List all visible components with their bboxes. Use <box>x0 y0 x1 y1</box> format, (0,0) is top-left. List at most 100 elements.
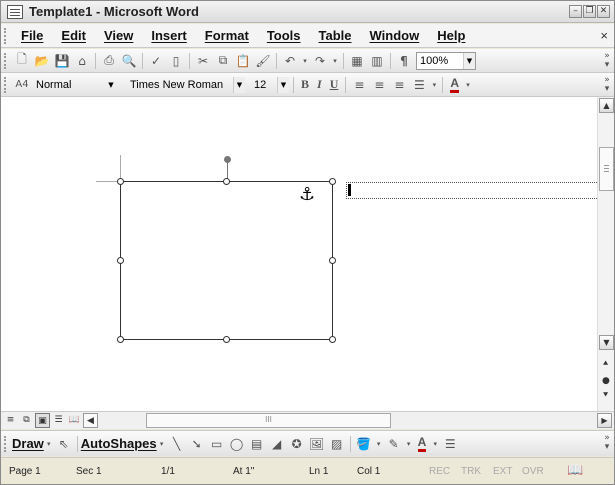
font-color-button[interactable]: A <box>417 435 427 452</box>
minimize-icon[interactable]: – <box>569 5 582 18</box>
word-document-icon[interactable] <box>7 4 23 19</box>
align-right-icon[interactable]: ≡ <box>390 76 408 94</box>
close-icon[interactable]: ✕ <box>597 5 610 18</box>
toolbar-options-icon[interactable]: » ▾ <box>602 434 612 452</box>
rotation-handle[interactable] <box>224 156 231 163</box>
resize-handle-left[interactable] <box>117 257 124 264</box>
print-preview-icon[interactable]: 🔍 <box>120 52 138 70</box>
scroll-thumb[interactable] <box>599 147 614 191</box>
chevron-down-icon[interactable]: ▾ <box>431 435 439 453</box>
outline-view-icon[interactable]: ☰ <box>51 413 66 428</box>
menu-window[interactable]: Window <box>370 28 420 43</box>
chevron-down-icon[interactable]: ▼ <box>233 76 245 93</box>
undo-icon[interactable]: ↶ <box>281 52 299 70</box>
scroll-right-icon[interactable]: ▶ <box>597 413 612 428</box>
paste-icon[interactable]: 📋 <box>234 52 252 70</box>
show-formatting-icon[interactable]: ¶ <box>395 52 413 70</box>
next-page-icon[interactable]: ⯆ <box>602 391 609 401</box>
font-select[interactable]: Times New Roman ▼ <box>126 76 246 94</box>
line-icon[interactable]: ╲ <box>168 435 186 453</box>
line-spacing-dropdown-icon[interactable]: ▾ <box>430 76 438 94</box>
menu-format[interactable]: Format <box>205 28 249 43</box>
normal-view-icon[interactable]: ≡ <box>3 413 18 428</box>
fill-color-icon[interactable]: 🪣 <box>355 435 373 453</box>
toolbar-grip[interactable] <box>4 52 8 69</box>
columns-icon[interactable]: ▥ <box>368 52 386 70</box>
research-icon[interactable]: ▯ <box>167 52 185 70</box>
select-objects-icon[interactable]: ⇖ <box>55 435 73 453</box>
chevron-down-icon[interactable]: ▾ <box>45 435 53 453</box>
web-layout-icon[interactable]: ⧉ <box>19 413 34 428</box>
resize-handle-bottom-left[interactable] <box>117 336 124 343</box>
close-document-icon[interactable]: × <box>600 28 608 43</box>
restore-icon[interactable]: ❐ <box>583 5 596 18</box>
menu-edit[interactable]: Edit <box>61 28 86 43</box>
scroll-up-icon[interactable]: ▲ <box>599 98 614 113</box>
print-icon[interactable]: ⎙ <box>100 52 118 70</box>
anchor-icon[interactable]: ⚓ <box>299 184 315 205</box>
menu-help[interactable]: Help <box>437 28 465 43</box>
reading-layout-icon[interactable]: 📖 <box>67 413 82 428</box>
line-style-icon[interactable]: ☰ <box>441 435 459 453</box>
arrow-icon[interactable]: ➘ <box>188 435 206 453</box>
status-trk[interactable]: TRK <box>461 466 481 477</box>
menu-insert[interactable]: Insert <box>151 28 186 43</box>
oval-icon[interactable]: ◯ <box>228 435 246 453</box>
copy-icon[interactable]: ⧉ <box>214 52 232 70</box>
scroll-thumb[interactable]: III <box>146 413 391 428</box>
toolbar-options-icon[interactable]: » ▾ <box>602 52 612 70</box>
chevron-down-icon[interactable]: ▼ <box>277 76 289 93</box>
toolbar-grip[interactable] <box>4 435 8 452</box>
styles-formatting-icon[interactable]: A4 <box>13 76 31 94</box>
print-layout-icon[interactable]: ▣ <box>35 413 50 428</box>
text-line-frame[interactable] <box>346 182 597 199</box>
insert-picture-icon[interactable]: ▨ <box>328 435 346 453</box>
font-size-select[interactable]: 12 ▼ <box>250 76 290 94</box>
toolbar-options-icon[interactable]: » ▾ <box>602 76 612 94</box>
select-browse-object-icon[interactable]: ● <box>602 376 610 386</box>
vertical-scrollbar[interactable]: ▲ ▼ ⯅ ● ⯆ <box>597 97 614 411</box>
status-rec[interactable]: REC <box>429 466 450 477</box>
menu-view[interactable]: View <box>104 28 133 43</box>
autoshapes-menu-button[interactable]: AutoShapes <box>81 436 157 451</box>
spelling-icon[interactable]: ✓ <box>147 52 165 70</box>
wordart-icon[interactable]: ◢ <box>268 435 286 453</box>
draw-menu-button[interactable]: Draw <box>12 436 44 451</box>
spelling-status-icon[interactable]: 📖 <box>567 463 583 478</box>
menu-file[interactable]: File <box>21 28 43 43</box>
permission-icon[interactable]: ⌂ <box>73 52 91 70</box>
cut-icon[interactable]: ✂ <box>194 52 212 70</box>
status-ovr[interactable]: OVR <box>522 466 544 477</box>
redo-dropdown-icon[interactable]: ▾ <box>331 52 339 70</box>
horizontal-scrollbar[interactable]: III ▶ <box>113 413 613 428</box>
menu-tools[interactable]: Tools <box>267 28 301 43</box>
diagram-icon[interactable]: ✪ <box>288 435 306 453</box>
resize-handle-right[interactable] <box>329 257 336 264</box>
chevron-down-icon[interactable]: ▾ <box>405 435 413 453</box>
align-left-icon[interactable]: ≡ <box>350 76 368 94</box>
resize-handle-top-right[interactable] <box>329 178 336 185</box>
new-icon[interactable]: 🗋 <box>13 52 31 70</box>
scroll-left-icon[interactable]: ◀ <box>83 413 98 428</box>
font-color-button[interactable]: A <box>450 76 460 93</box>
chevron-down-icon[interactable]: ▼ <box>105 77 117 93</box>
chevron-down-icon[interactable]: ▾ <box>375 435 383 453</box>
resize-handle-top[interactable] <box>223 178 230 185</box>
menu-table[interactable]: Table <box>319 28 352 43</box>
align-center-icon[interactable]: ≡ <box>370 76 388 94</box>
chevron-down-icon[interactable]: ▼ <box>463 52 475 69</box>
underline-button[interactable]: U <box>330 77 339 92</box>
undo-dropdown-icon[interactable]: ▾ <box>301 52 309 70</box>
resize-handle-top-left[interactable] <box>117 178 124 185</box>
line-spacing-icon[interactable]: ☰ <box>410 76 428 94</box>
save-icon[interactable]: 💾 <box>53 52 71 70</box>
rectangle-icon[interactable]: ▭ <box>208 435 226 453</box>
clip-art-icon[interactable]: 🖼 <box>308 435 326 453</box>
insert-table-icon[interactable]: ▦ <box>348 52 366 70</box>
bold-button[interactable]: B <box>301 77 309 92</box>
status-ext[interactable]: EXT <box>493 466 512 477</box>
italic-button[interactable]: I <box>317 77 322 92</box>
format-painter-icon[interactable]: 🖌 <box>254 52 272 70</box>
resize-handle-bottom[interactable] <box>223 336 230 343</box>
redo-icon[interactable]: ↷ <box>311 52 329 70</box>
